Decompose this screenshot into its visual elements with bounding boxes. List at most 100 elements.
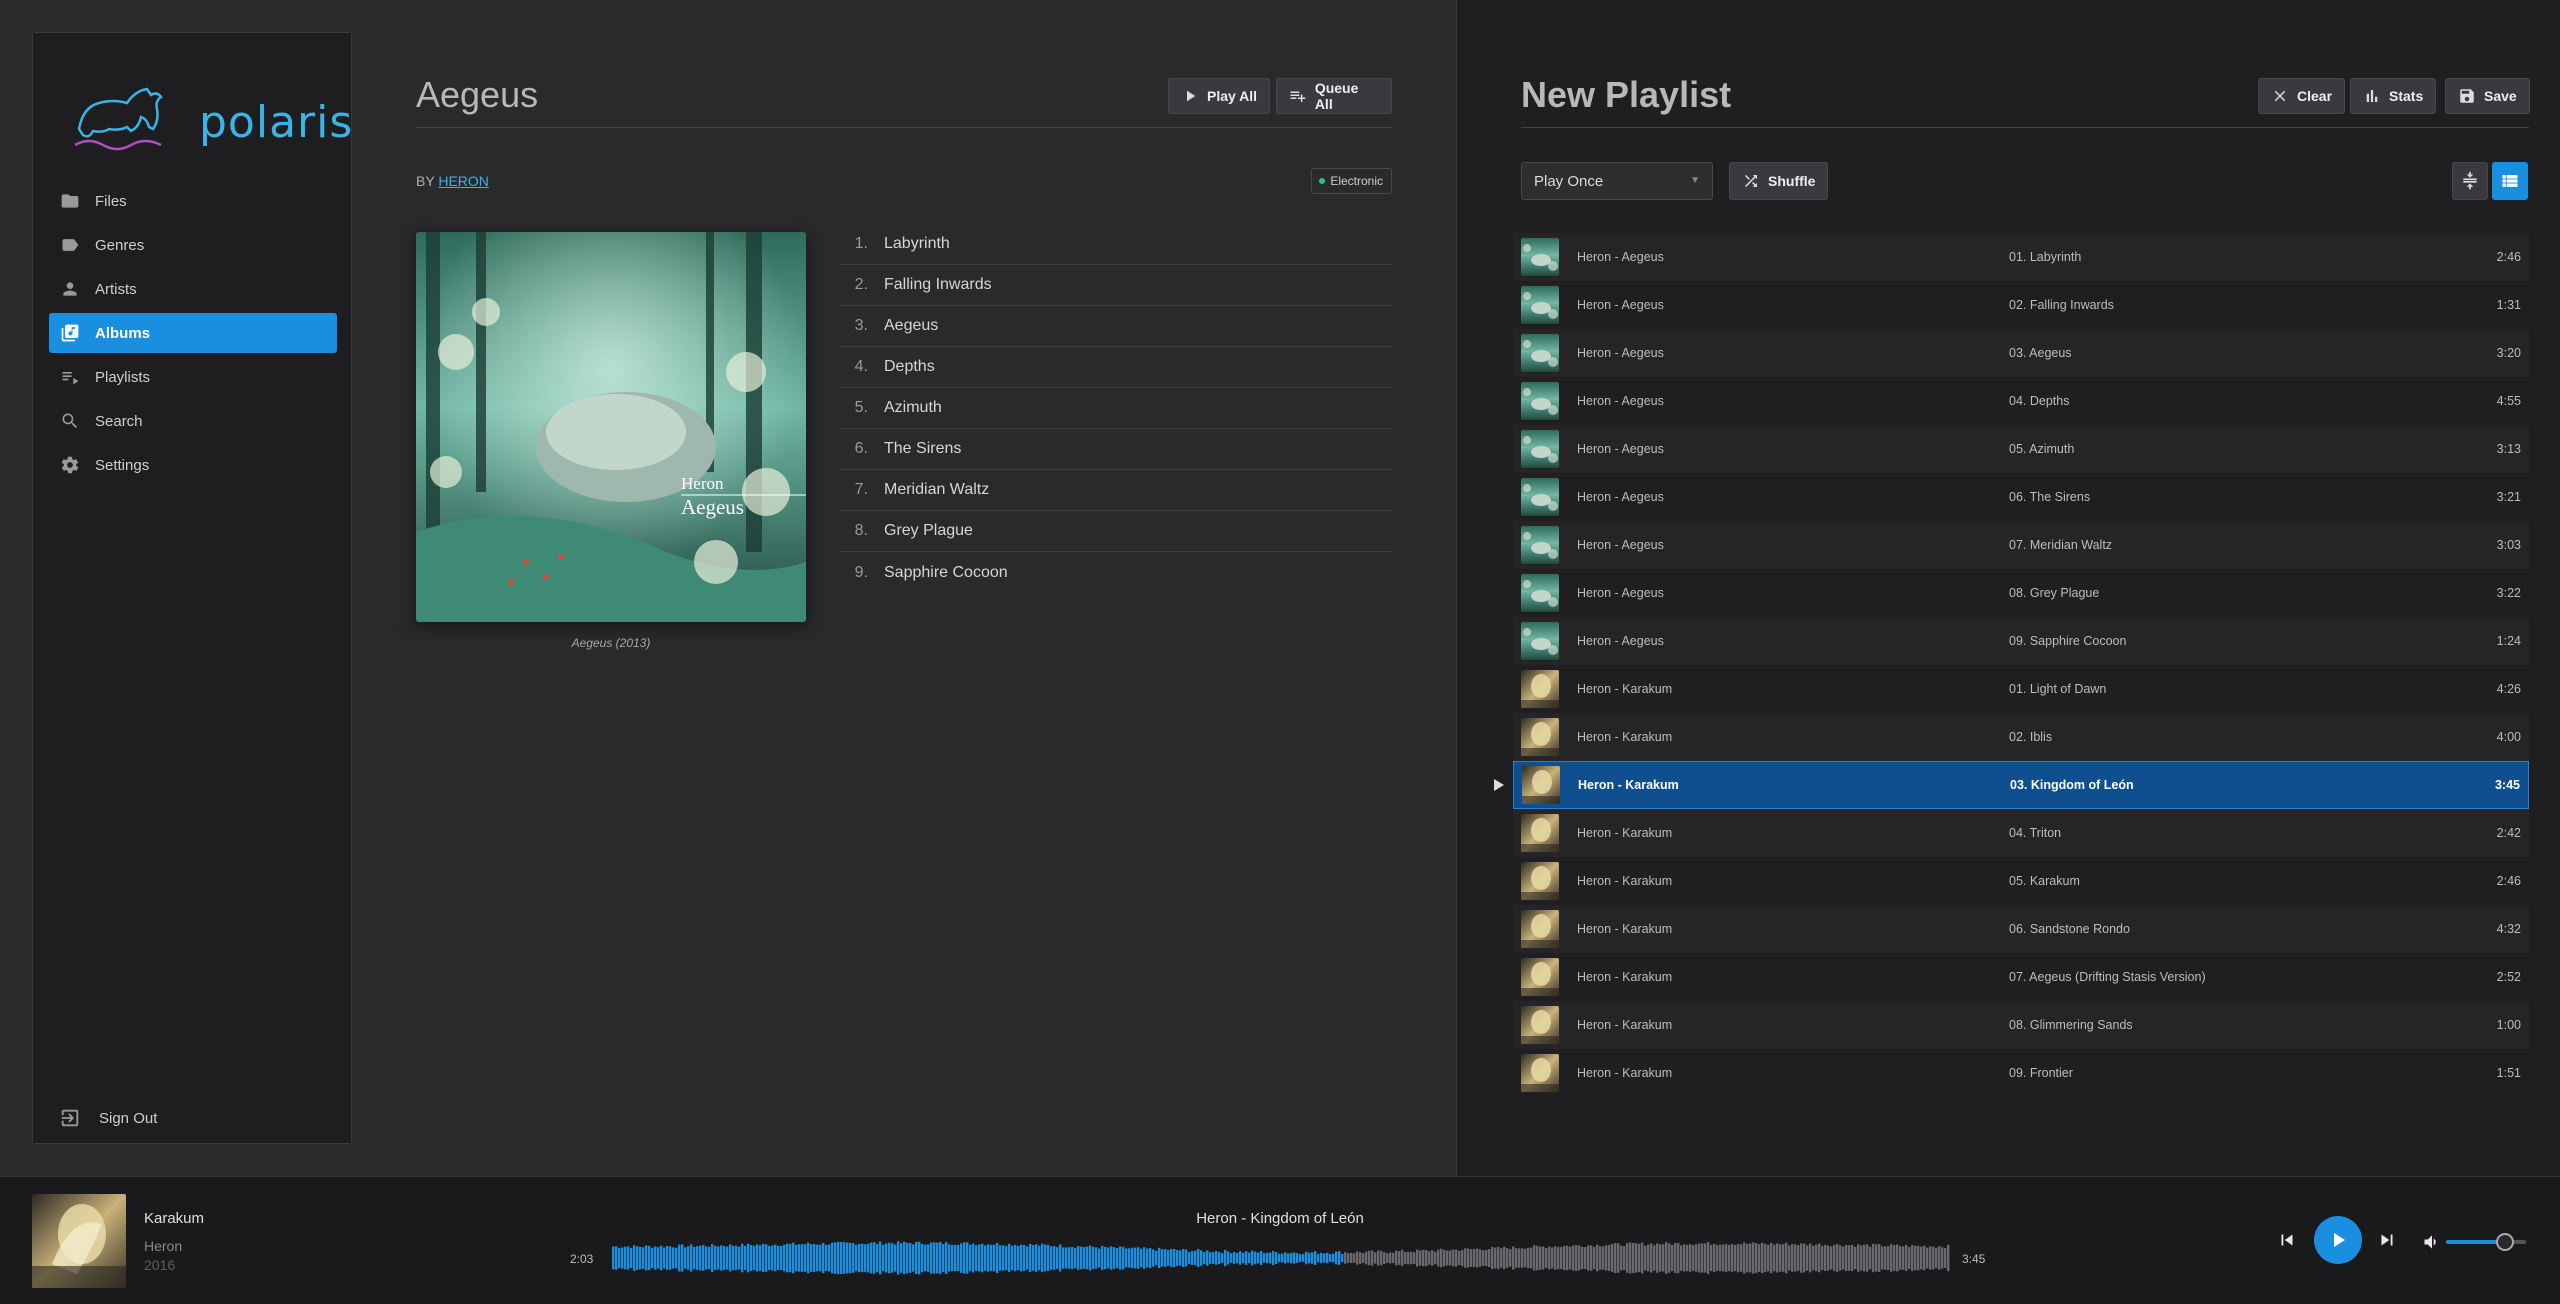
waveform-bar [945, 1242, 948, 1274]
playlist-track-duration: 2:52 [2496, 970, 2521, 984]
waveform-bar [1089, 1245, 1092, 1271]
playlist-row[interactable]: Heron - Karakum 04. Triton 2:42 [1513, 809, 2529, 857]
playlist-row[interactable]: Heron - Aegeus 05. Azimuth 3:13 [1513, 425, 2529, 473]
playlist-row[interactable]: Heron - Karakum 07. Aegeus (Drifting Stas… [1513, 953, 2529, 1001]
next-button[interactable] [2376, 1229, 2398, 1256]
playlist-track-duration: 4:26 [2496, 682, 2521, 696]
playlist-row[interactable]: Heron - Aegeus 01. Labyrinth 2:46 [1513, 233, 2529, 281]
save-button[interactable]: Save [2445, 78, 2530, 114]
playlist-title: New Playlist [1521, 74, 1732, 115]
album-track-row[interactable]: 7. Meridian Waltz [840, 470, 1392, 511]
playlist-panel: New Playlist Clear Stats Save Play Once … [1456, 0, 2560, 1176]
playlist-row[interactable]: Heron - Aegeus 03. Aegeus 3:20 [1513, 329, 2529, 377]
play-all-label: Play All [1207, 88, 1258, 104]
sign-out-button[interactable]: Sign Out [59, 1107, 157, 1129]
waveform-bar [969, 1244, 972, 1272]
playlist-artist-album: Heron - Karakum [1577, 874, 1673, 888]
sidebar-item-albums[interactable]: Albums [49, 313, 337, 353]
volume-slider-knob[interactable] [2496, 1233, 2514, 1251]
album-track-row[interactable]: 1. Labyrinth [840, 224, 1392, 265]
playlist-row[interactable]: Heron - Karakum 05. Karakum 2:46 [1513, 857, 2529, 905]
waveform-bar [1437, 1249, 1440, 1267]
waveform-bar [1017, 1245, 1020, 1271]
track-title: Meridian Waltz [884, 481, 990, 498]
waveform-bar [1431, 1250, 1434, 1266]
playlist-row[interactable]: Heron - Karakum 01. Light of Dawn 4:26 [1513, 665, 2529, 713]
playlist-row[interactable]: Heron - Aegeus 04. Depths 4:55 [1513, 377, 2529, 425]
album-track-row[interactable]: 9. Sapphire Cocoon [840, 552, 1392, 593]
play-all-button[interactable]: Play All [1168, 78, 1271, 114]
album-track-row[interactable]: 3. Aegeus [840, 306, 1392, 347]
sidebar-item-label: Settings [95, 456, 150, 474]
waveform-bar [1740, 1244, 1743, 1272]
playlist-row[interactable]: Heron - Karakum 06. Sandstone Rondo 4:32 [1513, 905, 2529, 953]
stats-button[interactable]: Stats [2350, 78, 2437, 114]
sidebar-item-settings[interactable]: Settings [49, 445, 337, 485]
waveform-bar [1251, 1250, 1254, 1266]
sidebar-item-genres[interactable]: Genres [49, 225, 337, 265]
playlist-row[interactable]: Heron - Aegeus 07. Meridian Waltz 3:03 [1513, 521, 2529, 569]
playlist-row[interactable]: Heron - Aegeus 02. Falling Inwards 1:31 [1513, 281, 2529, 329]
waveform-bar [1920, 1246, 1923, 1270]
compact-view-button[interactable] [2452, 162, 2488, 200]
now-playing-album[interactable]: Karakum [144, 1210, 204, 1227]
waveform-bar [1488, 1249, 1491, 1267]
play-mode-select[interactable]: Play Once ▼ [1521, 162, 1713, 200]
sidebar-item-files[interactable]: Files [49, 181, 337, 221]
waveform-bar [744, 1246, 747, 1270]
volume-icon[interactable] [2422, 1232, 2442, 1257]
artist-link[interactable]: HERON [438, 173, 489, 189]
now-playing-cover[interactable] [32, 1194, 126, 1288]
playlist-row[interactable]: Heron - Karakum 09. Frontier 1:51 [1513, 1049, 2529, 1097]
playlist-row-current[interactable]: Heron - Karakum 03. Kingdom of León 3:45 [1494, 761, 2529, 809]
playlist-track-title: 08. Grey Plague [2009, 586, 2100, 600]
waveform-bar [792, 1242, 795, 1274]
sidebar-item-search[interactable]: Search [49, 401, 337, 441]
sidebar-item-artists[interactable]: Artists [49, 269, 337, 309]
waveform-bar [915, 1242, 918, 1274]
waveform-bar [1875, 1244, 1878, 1272]
clear-button[interactable]: Clear [2258, 78, 2346, 114]
waveform-bar [1653, 1245, 1656, 1271]
waveform-bar [1479, 1249, 1482, 1267]
waveform-bar [1410, 1251, 1413, 1265]
previous-button[interactable] [2276, 1229, 2298, 1256]
waveform-bar [1038, 1245, 1041, 1271]
waveform-bar [1149, 1248, 1152, 1269]
waveform-bar [837, 1241, 840, 1275]
waveform-bar [1458, 1250, 1461, 1265]
playlist-row[interactable]: Heron - Karakum 08. Glimmering Sands 1:00 [1513, 1001, 2529, 1049]
waveform-bar [615, 1246, 618, 1270]
playlist-row[interactable]: Heron - Aegeus 06. The Sirens 3:21 [1513, 473, 2529, 521]
waveform-seekbar[interactable] [612, 1235, 1950, 1281]
album-track-row[interactable]: 2. Falling Inwards [840, 265, 1392, 306]
waveform-bar [1770, 1242, 1773, 1274]
waveform-bar [1719, 1244, 1722, 1272]
waveform-bar [1911, 1245, 1914, 1271]
waveform-bar [1527, 1247, 1530, 1269]
waveform-bar [1878, 1244, 1881, 1272]
album-track-row[interactable]: 8. Grey Plague [840, 511, 1392, 552]
waveform-bar [1221, 1253, 1224, 1263]
genre-tag[interactable]: Electronic [1311, 168, 1392, 194]
waveform-bar [738, 1246, 741, 1270]
now-playing-artist[interactable]: Heron [144, 1238, 182, 1254]
track-thumbnail [1521, 478, 1559, 516]
waveform-bar [864, 1244, 867, 1272]
track-thumbnail [1522, 766, 1560, 804]
playlist-track-duration: 3:21 [2496, 490, 2521, 504]
waveform-bar [1134, 1247, 1137, 1269]
playlist-row[interactable]: Heron - Aegeus 08. Grey Plague 3:22 [1513, 569, 2529, 617]
playlist-row[interactable]: Heron - Karakum 02. Iblis 4:00 [1513, 713, 2529, 761]
queue-all-button[interactable]: Queue All [1276, 78, 1392, 114]
sidebar-item-label: Albums [95, 324, 151, 342]
album-track-row[interactable]: 4. Depths [840, 347, 1392, 388]
album-track-row[interactable]: 5. Azimuth [840, 388, 1392, 429]
play-button[interactable] [2314, 1216, 2362, 1264]
album-track-row[interactable]: 6. The Sirens [840, 429, 1392, 470]
waveform-bar [855, 1244, 858, 1271]
sidebar-item-playlists[interactable]: Playlists [49, 357, 337, 397]
list-view-button[interactable] [2492, 162, 2528, 200]
shuffle-button[interactable]: Shuffle [1729, 162, 1829, 200]
playlist-row[interactable]: Heron - Aegeus 09. Sapphire Cocoon 1:24 [1513, 617, 2529, 665]
